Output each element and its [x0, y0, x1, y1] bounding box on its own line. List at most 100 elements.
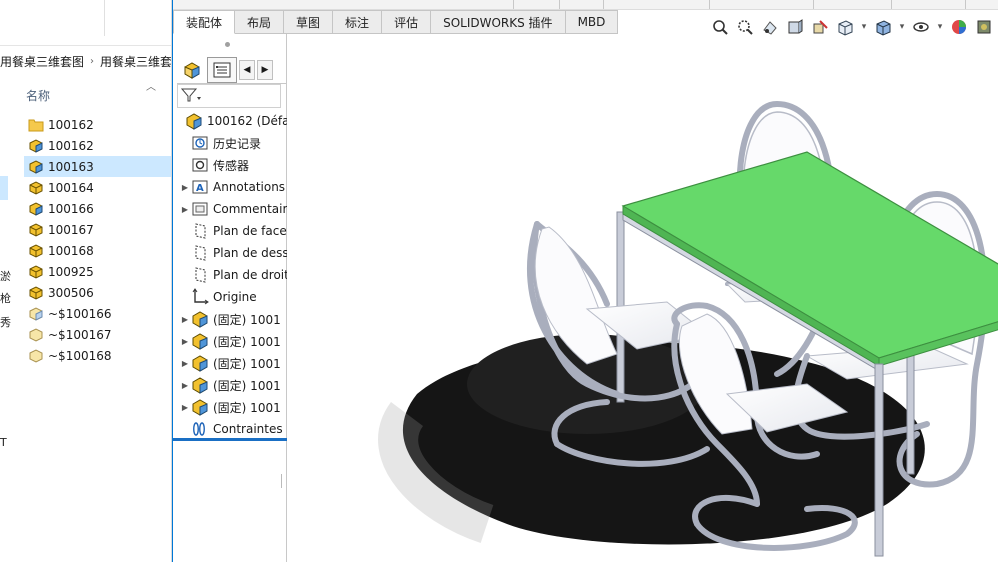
column-header-name[interactable]: 名称 ︿ — [26, 82, 171, 106]
file-name: 100168 — [48, 243, 94, 258]
history-icon — [191, 134, 209, 152]
chevron-right-icon: › — [90, 55, 95, 67]
tree-node[interactable]: Plan de face — [173, 220, 287, 242]
tab-2[interactable]: 草图 — [284, 10, 334, 34]
file-list: 100162 100162 100163 100164 100166 100167 1001… — [24, 114, 171, 366]
tree-node-label: Commentaires — [213, 202, 287, 216]
command-manager-strip — [173, 0, 998, 10]
file-row[interactable]: 100925 — [24, 261, 171, 282]
solidworks-part-icon — [28, 222, 44, 238]
file-row[interactable]: 100162 — [24, 135, 171, 156]
tab-4[interactable]: 评估 — [382, 10, 432, 34]
temp-assembly-icon — [28, 306, 44, 322]
tab-property-manager[interactable] — [207, 56, 237, 83]
expand-arrow-icon[interactable]: ▶ — [179, 403, 191, 412]
expand-arrow-icon[interactable]: ▶ — [179, 359, 191, 368]
scroll-left-icon[interactable]: ◀ — [239, 59, 255, 80]
tree-node[interactable]: 历史记录 — [173, 132, 287, 154]
file-row[interactable]: ~$100166 — [24, 303, 171, 324]
expand-arrow-icon[interactable]: ▶ — [179, 381, 191, 390]
tree-node-label: (固定) 1001 — [213, 312, 281, 327]
tree-node[interactable]: Plan de droite — [173, 264, 287, 286]
expand-arrow-icon[interactable]: ▶ — [179, 315, 191, 324]
scroll-right-icon[interactable]: ▶ — [257, 59, 273, 80]
file-row[interactable]: 100163 — [24, 156, 171, 177]
tree-node[interactable]: 传感器 — [173, 154, 287, 176]
component-icon — [191, 332, 209, 350]
expand-arrow-icon[interactable]: ▶ — [179, 337, 191, 346]
tree-node[interactable]: 100162 (Défau — [173, 110, 287, 132]
tree-node[interactable]: ▶ (固定) 1001 — [173, 374, 287, 396]
expand-arrow-icon[interactable]: ▶ — [179, 205, 191, 214]
nav-item-fragment[interactable]: 淤 — [0, 268, 11, 284]
tab-1[interactable]: 布局 — [235, 10, 285, 34]
panel-splitter[interactable] — [173, 438, 287, 441]
file-name: ~$100168 — [48, 348, 112, 363]
solidworks-window: 装配体 布局 草图 标注 评估 SOLIDWORKS 插件 MBD ▾ ▾ ▾ ◀ ▶ — [172, 0, 998, 562]
graphics-area[interactable] — [287, 34, 998, 562]
tree-node[interactable]: ▶ Commentaires — [173, 198, 287, 220]
tree-node-label: Plan de droite — [213, 268, 287, 282]
file-name: 100167 — [48, 222, 94, 237]
file-row[interactable]: 100162 — [24, 114, 171, 135]
tree-node[interactable]: Origine — [173, 286, 287, 308]
expand-arrow-icon[interactable]: ▶ — [179, 183, 191, 192]
annotations-icon: A — [191, 178, 209, 196]
tree-node-label: 100162 (Défau — [207, 114, 287, 128]
component-icon — [191, 310, 209, 328]
tab-6[interactable]: MBD — [565, 10, 619, 34]
breadcrumb-item[interactable]: 用餐桌三维套 — [100, 53, 171, 70]
tab-0[interactable]: 装配体 — [173, 10, 236, 34]
file-name: ~$100167 — [48, 327, 112, 342]
tree-filter[interactable] — [177, 84, 281, 108]
featuremanager-panel: ◀ ▶ 100162 (Défau 历史记录传感器 ▶ A Annotations ▶ Co… — [173, 34, 287, 562]
tree-node-label: Plan de dessus — [213, 246, 287, 260]
tree-node[interactable]: ▶ (固定) 1001 — [173, 352, 287, 374]
solidworks-part-icon — [28, 264, 44, 280]
nav-item-fragment[interactable]: 枪 — [0, 290, 11, 306]
file-row[interactable]: ~$100167 — [24, 324, 171, 345]
tab-3[interactable]: 标注 — [333, 10, 383, 34]
tab-5[interactable]: SOLIDWORKS 插件 — [431, 10, 566, 34]
solidworks-assembly-icon — [28, 201, 44, 217]
temp-part-icon — [28, 327, 44, 343]
tree-node-label: (固定) 1001 — [213, 378, 281, 393]
panel-grip-icon[interactable] — [225, 42, 230, 47]
nav-item-fragment[interactable]: 秀 — [0, 314, 11, 330]
table-leg — [874, 363, 884, 557]
tree-node[interactable]: ▶ A Annotations — [173, 176, 287, 198]
column-header-label: 名称 — [26, 88, 51, 103]
tab-featuremanager-tree[interactable] — [177, 57, 207, 83]
tree-node[interactable]: Contraintes — [173, 418, 287, 440]
tree-node[interactable]: Plan de dessus — [173, 242, 287, 264]
origin-icon — [191, 288, 209, 306]
file-row[interactable]: ~$100168 — [24, 345, 171, 366]
tree-node-label: 历史记录 — [213, 136, 262, 151]
file-row[interactable]: 300506 — [24, 282, 171, 303]
file-row[interactable]: 100168 — [24, 240, 171, 261]
tree-node-label: Plan de face — [213, 224, 287, 238]
tree-node[interactable]: ▶ (固定) 1001 — [173, 396, 287, 418]
component-icon — [191, 398, 209, 416]
file-row[interactable]: 100164 — [24, 177, 171, 198]
assembly-icon — [185, 112, 203, 130]
tree-node-label: (固定) 1001 — [213, 356, 281, 371]
tree-node-label: Annotations — [213, 180, 286, 194]
plane-icon — [191, 222, 209, 240]
breadcrumb[interactable]: 用餐桌三维套图 › 用餐桌三维套 — [0, 48, 171, 74]
plane-icon — [191, 266, 209, 284]
file-row[interactable]: 100166 — [24, 198, 171, 219]
navigation-pane: 淤 枪 秀 T — [0, 80, 20, 562]
solidworks-part-icon — [28, 180, 44, 196]
tree-node-label: 传感器 — [213, 158, 250, 173]
tree-node[interactable]: ▶ (固定) 1001 — [173, 330, 287, 352]
file-name: 100925 — [48, 264, 94, 279]
file-row[interactable]: 100167 — [24, 219, 171, 240]
tree-node-label: Origine — [213, 290, 257, 304]
comments-icon — [191, 200, 209, 218]
explorer-ribbon — [0, 0, 171, 46]
breadcrumb-item[interactable]: 用餐桌三维套图 — [0, 53, 84, 70]
nav-item-fragment[interactable]: T — [0, 436, 7, 449]
sort-chevron-icon: ︿ — [146, 82, 156, 93]
tree-node[interactable]: ▶ (固定) 1001 — [173, 308, 287, 330]
